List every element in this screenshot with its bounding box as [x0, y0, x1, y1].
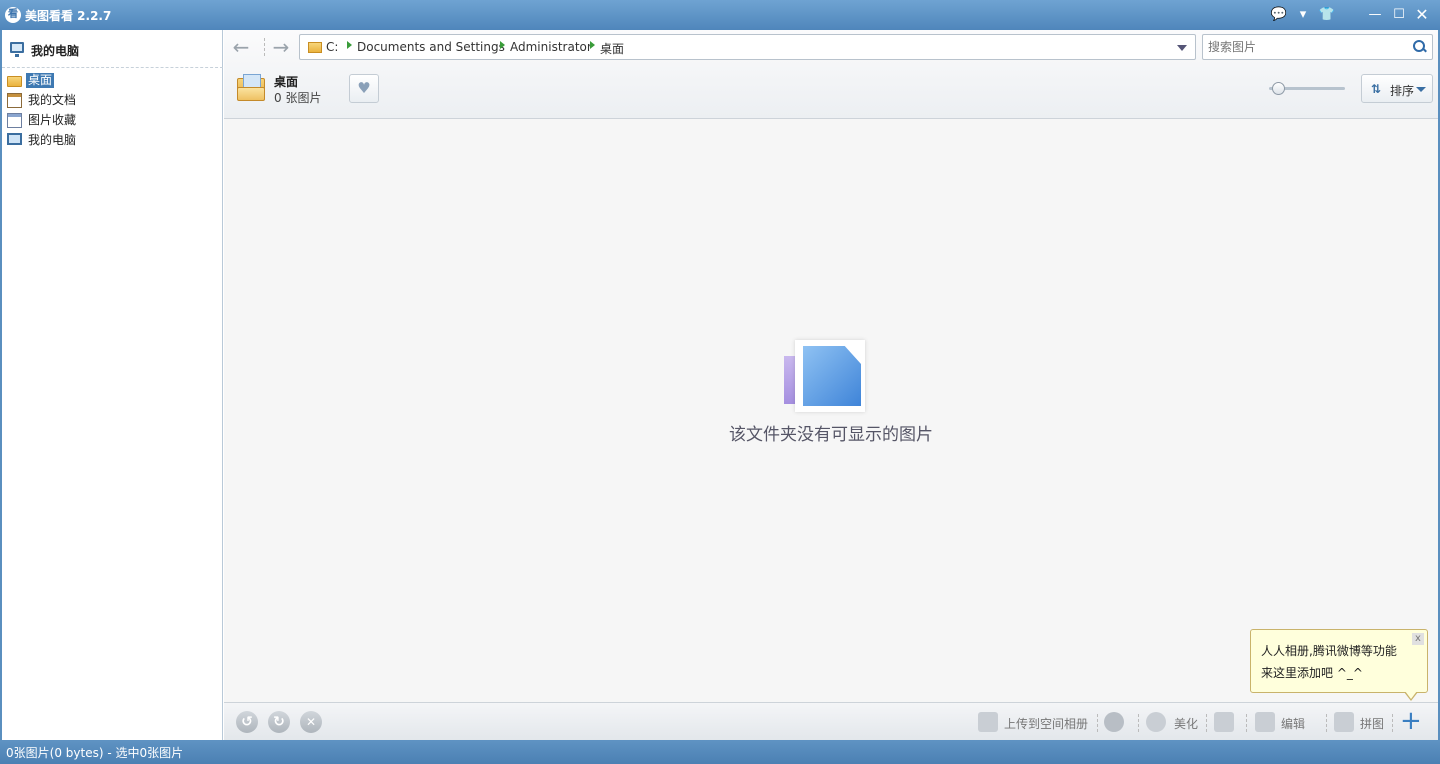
toolbar-divider: [1392, 714, 1393, 732]
toolbar-divider: [1246, 714, 1247, 732]
rotate-left-button[interactable]: ↺: [236, 711, 258, 733]
beautify-icon: [1146, 712, 1166, 732]
tip-text-line1: 人人相册,腾讯微博等功能: [1261, 644, 1397, 658]
skin-icon[interactable]: 👕: [1318, 6, 1336, 24]
tip-close-button[interactable]: x: [1412, 633, 1424, 645]
feature-tip: x 人人相册,腾讯微博等功能 来这里添加吧 ^_^: [1250, 629, 1428, 693]
sidebar-item-label: 我的电脑: [28, 133, 77, 147]
sort-icon: ⇅: [1371, 82, 1382, 96]
nav-divider: [264, 38, 265, 56]
sort-label: 排序: [1390, 84, 1415, 98]
weibo-share-button[interactable]: [1104, 710, 1130, 734]
forward-button[interactable]: →: [270, 36, 292, 58]
window-title: 美图看看 2.2.7: [25, 9, 112, 23]
toolbar-divider: [1206, 714, 1207, 732]
sidebar-header-label: 我的电脑: [31, 44, 80, 58]
search-icon[interactable]: [1413, 40, 1426, 53]
minimize-button[interactable]: —: [1366, 6, 1384, 24]
feedback-icon[interactable]: 💬: [1270, 6, 1288, 24]
search-box: [1202, 34, 1433, 60]
folder-icon: [237, 74, 265, 102]
sidebar-header[interactable]: 我的电脑: [2, 30, 223, 68]
slideshow-icon: [1214, 712, 1234, 732]
beautify-button[interactable]: 美化: [1146, 710, 1198, 734]
weibo-icon: [1104, 712, 1124, 732]
toolbar-divider: [1097, 714, 1098, 732]
upload-label: 上传到空间相册: [1004, 717, 1089, 731]
upload-icon: [978, 712, 998, 732]
edit-button[interactable]: 编辑: [1255, 710, 1319, 734]
toolbar-divider: [1326, 714, 1327, 732]
documents-icon: [7, 93, 22, 108]
breadcrumb-documents-and-settings[interactable]: Documents and Settings: [357, 40, 505, 54]
empty-message: 该文件夹没有可显示的图片: [729, 425, 933, 445]
collage-button[interactable]: 拼图: [1334, 710, 1390, 734]
sort-button[interactable]: ⇅ 排序: [1361, 74, 1433, 103]
upload-album-button[interactable]: 上传到空间相册: [978, 710, 1090, 734]
tip-text-line2: 来这里添加吧 ^_^: [1261, 666, 1363, 680]
breadcrumb-administrator[interactable]: Administrator: [510, 40, 592, 54]
breadcrumb-arrow-icon[interactable]: [347, 41, 352, 49]
app-logo-icon: 看: [5, 7, 21, 23]
computer-icon: [10, 42, 24, 57]
sidebar-item-my-documents[interactable]: 我的文档: [6, 92, 206, 110]
collage-icon: [1334, 712, 1354, 732]
folder-icon: [308, 42, 322, 53]
folder-icon: [7, 76, 22, 87]
breadcrumb-arrow-icon[interactable]: [590, 41, 595, 49]
back-button[interactable]: ←: [230, 36, 252, 58]
pictures-icon: [7, 113, 22, 128]
tip-pointer-fill: [1405, 691, 1417, 699]
sidebar-item-desktop[interactable]: 桌面: [6, 72, 206, 90]
computer-icon: [7, 133, 22, 145]
delete-button[interactable]: ✕: [300, 711, 322, 733]
title-bar: 看 美图看看 2.2.7 💬 ▾ 👕 — ☐ ✕: [0, 0, 1440, 30]
edit-label: 编辑: [1281, 717, 1306, 731]
sidebar-item-label: 桌面: [26, 73, 55, 88]
sidebar-item-label: 我的文档: [28, 93, 77, 107]
beautify-label: 美化: [1174, 717, 1199, 731]
collage-label: 拼图: [1360, 717, 1385, 731]
chevron-down-icon: [1416, 87, 1426, 92]
sidebar-item-my-pictures[interactable]: 图片收藏: [6, 112, 206, 130]
heart-icon: ♥: [357, 79, 371, 97]
main-menu-icon[interactable]: ▾: [1294, 6, 1312, 24]
status-text: 0张图片(0 bytes) - 选中0张图片: [6, 746, 184, 760]
maximize-button[interactable]: ☐: [1390, 6, 1408, 24]
toolbar: ← → C: Documents and Settings Administra…: [224, 30, 1438, 119]
rotate-right-button[interactable]: ↻: [268, 711, 290, 733]
main-panel: ← → C: Documents and Settings Administra…: [224, 30, 1438, 740]
search-input[interactable]: [1203, 35, 1403, 59]
current-folder-name: 桌面: [274, 75, 299, 89]
zoom-slider-handle[interactable]: [1272, 82, 1286, 95]
edit-icon: [1255, 712, 1275, 732]
breadcrumb-desktop[interactable]: 桌面: [600, 40, 624, 57]
bottom-toolbar: ↺ ↻ ✕ 上传到空间相册 美化 编辑 拼图 +: [224, 702, 1438, 740]
add-feature-button[interactable]: +: [1400, 707, 1422, 735]
slideshow-button[interactable]: [1214, 710, 1238, 734]
address-bar[interactable]: C: Documents and Settings Administrator …: [299, 34, 1196, 60]
breadcrumb-arrow-icon[interactable]: [500, 41, 505, 49]
sidebar-item-label: 图片收藏: [28, 113, 77, 127]
sidebar-item-my-computer[interactable]: 我的电脑: [6, 132, 206, 150]
close-button[interactable]: ✕: [1413, 6, 1431, 24]
favorite-button[interactable]: ♥: [349, 74, 379, 103]
empty-folder-icon: [781, 338, 871, 413]
sidebar: 我的电脑 桌面 我的文档 图片收藏 我的电脑: [2, 30, 223, 740]
image-count: 0 张图片: [274, 91, 322, 105]
toolbar-divider: [1138, 714, 1139, 732]
status-bar: 0张图片(0 bytes) - 选中0张图片: [0, 740, 1440, 764]
breadcrumb-drive[interactable]: C:: [326, 40, 338, 54]
main-window: 我的电脑 桌面 我的文档 图片收藏 我的电脑 ← → C: Documents …: [2, 30, 1438, 740]
address-dropdown-icon[interactable]: [1177, 45, 1187, 51]
